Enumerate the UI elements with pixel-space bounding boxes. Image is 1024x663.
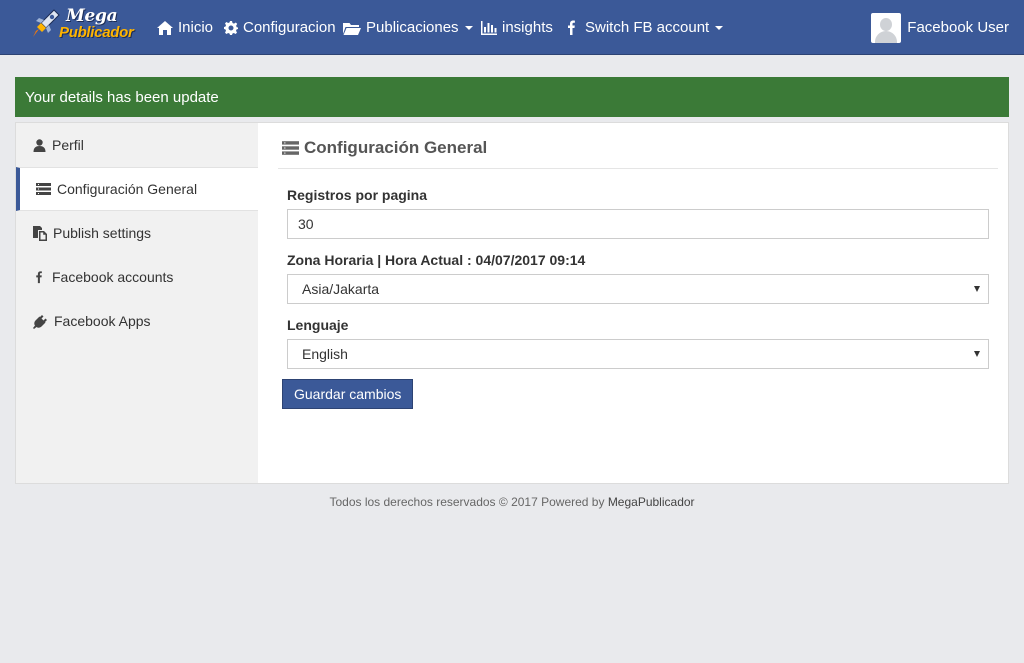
records-per-page-value: 30 — [298, 216, 314, 232]
gear-icon — [224, 20, 238, 35]
language-label: Lenguaje — [287, 317, 349, 333]
nav-label-inicio: Inicio — [178, 19, 214, 36]
settings-panel: Perfil Configuración General Publish set… — [15, 122, 1009, 484]
chevron-down-icon — [464, 25, 473, 30]
nav-item-switch-fb-account[interactable]: Switch FB account — [564, 0, 724, 55]
user-icon — [33, 138, 46, 152]
language-value: English — [302, 346, 348, 362]
copy-icon — [33, 225, 47, 241]
bar-chart-icon — [481, 20, 497, 35]
sidebar-item-facebook-apps[interactable]: Facebook Apps — [16, 299, 258, 343]
nav-label-configuracion: Configuracion — [243, 19, 336, 36]
footer-text: Todos los derechos reservados © 2017 Pow… — [329, 495, 605, 509]
chevron-down-icon — [715, 25, 724, 30]
sidebar-item-publish-settings[interactable]: Publish settings — [16, 211, 258, 255]
list-icon — [36, 183, 51, 195]
brand-logo[interactable]: Mega Publicador — [28, 5, 138, 47]
sidebar-item-perfil[interactable]: Perfil — [16, 123, 258, 167]
facebook-icon — [36, 271, 42, 284]
save-changes-button[interactable]: Guardar cambios — [282, 379, 414, 409]
nav-item-configuracion[interactable]: Configuracion — [224, 0, 336, 55]
nav-item-insights[interactable]: insights — [481, 0, 553, 55]
success-alert: Your details has been update — [15, 77, 1009, 117]
plug-icon — [33, 314, 47, 329]
brand-line-1: Mega — [66, 6, 118, 26]
language-select[interactable]: English — [287, 339, 989, 369]
nav-item-publicaciones[interactable]: Publicaciones — [343, 0, 473, 55]
sidebar-item-configuracion-general[interactable]: Configuración General — [16, 167, 258, 211]
brand-line-2: Publicador — [59, 24, 134, 41]
page-title-text: Configuración General — [304, 138, 488, 157]
user-name: Facebook User — [907, 19, 1009, 36]
rocket-icon — [31, 9, 60, 37]
timezone-value: Asia/Jakarta — [302, 281, 380, 297]
avatar — [871, 12, 902, 43]
dropdown-arrow-icon — [974, 351, 980, 357]
nav-label-insights: insights — [502, 19, 553, 36]
sidebar-item-facebook-accounts[interactable]: Facebook accounts — [16, 255, 258, 299]
records-per-page-label: Registros por pagina — [287, 187, 428, 203]
footer-brand-link[interactable]: MegaPublicador — [608, 495, 695, 509]
records-per-page-input[interactable]: 30 — [287, 209, 989, 239]
sidebar-item-label: Publish settings — [53, 225, 152, 241]
settings-sidebar: Perfil Configuración General Publish set… — [16, 123, 258, 483]
divider — [278, 168, 998, 169]
nav-label-switch-fb-account: Switch FB account — [585, 19, 710, 36]
alert-message: Your details has been update — [25, 88, 219, 106]
timezone-label: Zona Horaria | Hora Actual : 04/07/2017 … — [287, 252, 586, 268]
nav-label-publicaciones: Publicaciones — [366, 19, 459, 36]
footer: Todos los derechos reservados © 2017 Pow… — [0, 495, 1024, 509]
home-icon — [157, 20, 173, 35]
page-title: Configuración General — [282, 137, 487, 159]
sidebar-item-label: Perfil — [52, 137, 84, 153]
sidebar-item-label: Facebook accounts — [52, 269, 174, 285]
timezone-select[interactable]: Asia/Jakarta — [287, 274, 989, 304]
user-menu[interactable]: Facebook User — [871, 0, 1009, 55]
folder-open-icon — [343, 22, 361, 35]
facebook-icon — [568, 20, 575, 35]
top-navbar: Mega Publicador Inicio Configuracion Pub… — [0, 0, 1024, 55]
dropdown-arrow-icon — [974, 286, 980, 292]
list-icon — [282, 141, 299, 155]
sidebar-item-label: Configuración General — [57, 181, 198, 197]
settings-content: Configuración General Registros por pagi… — [258, 123, 1008, 483]
nav-item-inicio[interactable]: Inicio — [157, 0, 213, 55]
sidebar-item-label: Facebook Apps — [54, 313, 151, 329]
